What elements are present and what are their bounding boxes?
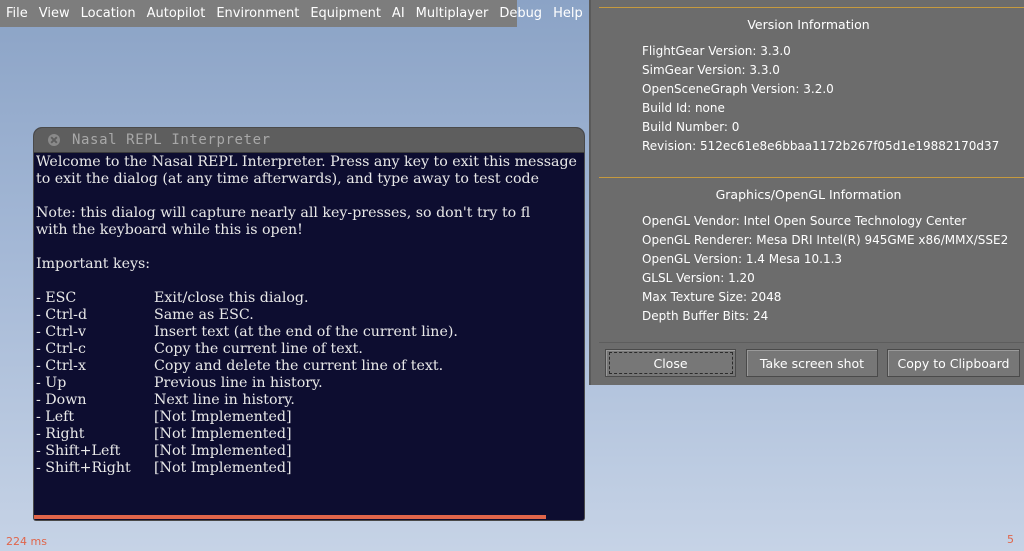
key-description: [Not Implemented]: [154, 443, 292, 459]
key-description: Previous line in history.: [154, 375, 323, 391]
corner-counter: 5: [1007, 533, 1014, 546]
copy-to-clipboard-button[interactable]: Copy to Clipboard: [887, 349, 1020, 377]
info-row-gl-version: OpenGL Version: 1.4 Mesa 10.1.3: [642, 252, 843, 266]
key-help-row: - Ctrl-x Copy and delete the current lin…: [36, 358, 584, 375]
key-name: - Shift+Right: [36, 460, 131, 476]
key-description: Same as ESC.: [154, 307, 254, 323]
key-description: Insert text (at the end of the current l…: [154, 324, 458, 340]
key-name: - Ctrl-d: [36, 307, 88, 323]
key-help-row: - Up Previous line in history.: [36, 375, 584, 392]
key-description: [Not Implemented]: [154, 426, 292, 442]
repl-window[interactable]: Nasal REPL Interpreter Welcome to the Na…: [34, 128, 584, 520]
repl-console[interactable]: Welcome to the Nasal REPL Interpreter. P…: [36, 154, 584, 514]
take-screenshot-button[interactable]: Take screen shot: [746, 349, 878, 377]
key-help-row: - Right [Not Implemented]: [36, 426, 584, 443]
menu-environment[interactable]: Environment: [210, 0, 304, 27]
menu-autopilot[interactable]: Autopilot: [141, 0, 211, 27]
menu-debug[interactable]: Debug: [493, 0, 547, 27]
key-description: Copy and delete the current line of text…: [154, 358, 444, 374]
key-name: - ESC: [36, 290, 77, 306]
repl-intro-line: Note: this dialog will capture nearly al…: [36, 205, 531, 221]
graphics-section-title: Graphics/OpenGL Information: [715, 187, 902, 202]
repl-blank-line: [36, 273, 584, 290]
menu-file[interactable]: File: [0, 0, 33, 27]
key-help-row: - ESC Exit/close this dialog.: [36, 290, 584, 307]
key-name: - Right: [36, 426, 85, 442]
info-row-gl-vendor: OpenGL Vendor: Intel Open Source Technol…: [642, 214, 967, 228]
version-section-title: Version Information: [747, 17, 870, 32]
info-row-glsl-version: GLSL Version: 1.20: [642, 271, 755, 285]
key-help-row: - Shift+Right [Not Implemented]: [36, 460, 584, 477]
version-info-dialog: Version Information FlightGear Version: …: [589, 0, 1024, 385]
menu-view[interactable]: View: [33, 0, 75, 27]
close-button[interactable]: Close: [605, 349, 736, 377]
key-name: - Ctrl-v: [36, 324, 86, 340]
key-description: [Not Implemented]: [154, 409, 292, 425]
info-row-depth-bits: Depth Buffer Bits: 24: [642, 309, 769, 323]
key-description: Exit/close this dialog.: [154, 290, 309, 306]
info-row-gl-renderer: OpenGL Renderer: Mesa DRI Intel(R) 945GM…: [642, 233, 1009, 247]
key-name: - Up: [36, 375, 67, 391]
repl-intro-line: Welcome to the Nasal REPL Interpreter. P…: [36, 154, 577, 170]
repl-intro-line: to exit the dialog (at any time afterwar…: [36, 171, 539, 187]
info-row-osg-version: OpenSceneGraph Version: 3.2.0: [642, 82, 834, 96]
repl-title: Nasal REPL Interpreter: [72, 132, 271, 148]
key-help-row: - Shift+Left [Not Implemented]: [36, 443, 584, 460]
info-row-build-number: Build Number: 0: [642, 120, 740, 134]
key-name: - Down: [36, 392, 87, 408]
key-description: Copy the current line of text.: [154, 341, 363, 357]
repl-progress-bar: [34, 515, 546, 519]
menu-help[interactable]: Help: [547, 0, 588, 27]
repl-title-bar[interactable]: Nasal REPL Interpreter: [34, 128, 584, 153]
repl-blank-line: [36, 188, 584, 205]
frame-time-readout: 224 ms: [6, 535, 47, 548]
menu-location[interactable]: Location: [75, 0, 141, 27]
key-help-row: - Ctrl-c Copy the current line of text.: [36, 341, 584, 358]
key-help-row: - Ctrl-v Insert text (at the end of the …: [36, 324, 584, 341]
key-description: [Not Implemented]: [154, 460, 292, 476]
separator: [599, 7, 1024, 8]
separator: [599, 342, 1024, 343]
menu-multiplayer[interactable]: Multiplayer: [410, 0, 494, 27]
info-row-simgear-version: SimGear Version: 3.3.0: [642, 63, 780, 77]
repl-keys-heading: Important keys:: [36, 256, 151, 272]
close-icon[interactable]: [48, 134, 60, 146]
info-row-flightgear-version: FlightGear Version: 3.3.0: [642, 44, 791, 58]
menu-equipment[interactable]: Equipment: [304, 0, 386, 27]
key-description: Next line in history.: [154, 392, 295, 408]
menu-ai[interactable]: AI: [386, 0, 410, 27]
repl-intro-line: with the keyboard while this is open!: [36, 222, 303, 238]
key-name: - Shift+Left: [36, 443, 121, 459]
close-button-label: Close: [608, 352, 733, 374]
key-name: - Ctrl-x: [36, 358, 86, 374]
info-row-build-id: Build Id: none: [642, 101, 725, 115]
info-row-max-texture: Max Texture Size: 2048: [642, 290, 782, 304]
separator: [599, 177, 1024, 178]
key-help-row: - Down Next line in history.: [36, 392, 584, 409]
key-help-row: - Ctrl-d Same as ESC.: [36, 307, 584, 324]
key-name: - Left: [36, 409, 75, 425]
info-row-revision: Revision: 512ec61e8e6bbaa1172b267f05d1e1…: [642, 139, 1000, 153]
key-help-row: - Left [Not Implemented]: [36, 409, 584, 426]
menu-bar: File View Location Autopilot Environment…: [0, 0, 583, 27]
repl-blank-line: [36, 239, 584, 256]
key-name: - Ctrl-c: [36, 341, 86, 357]
